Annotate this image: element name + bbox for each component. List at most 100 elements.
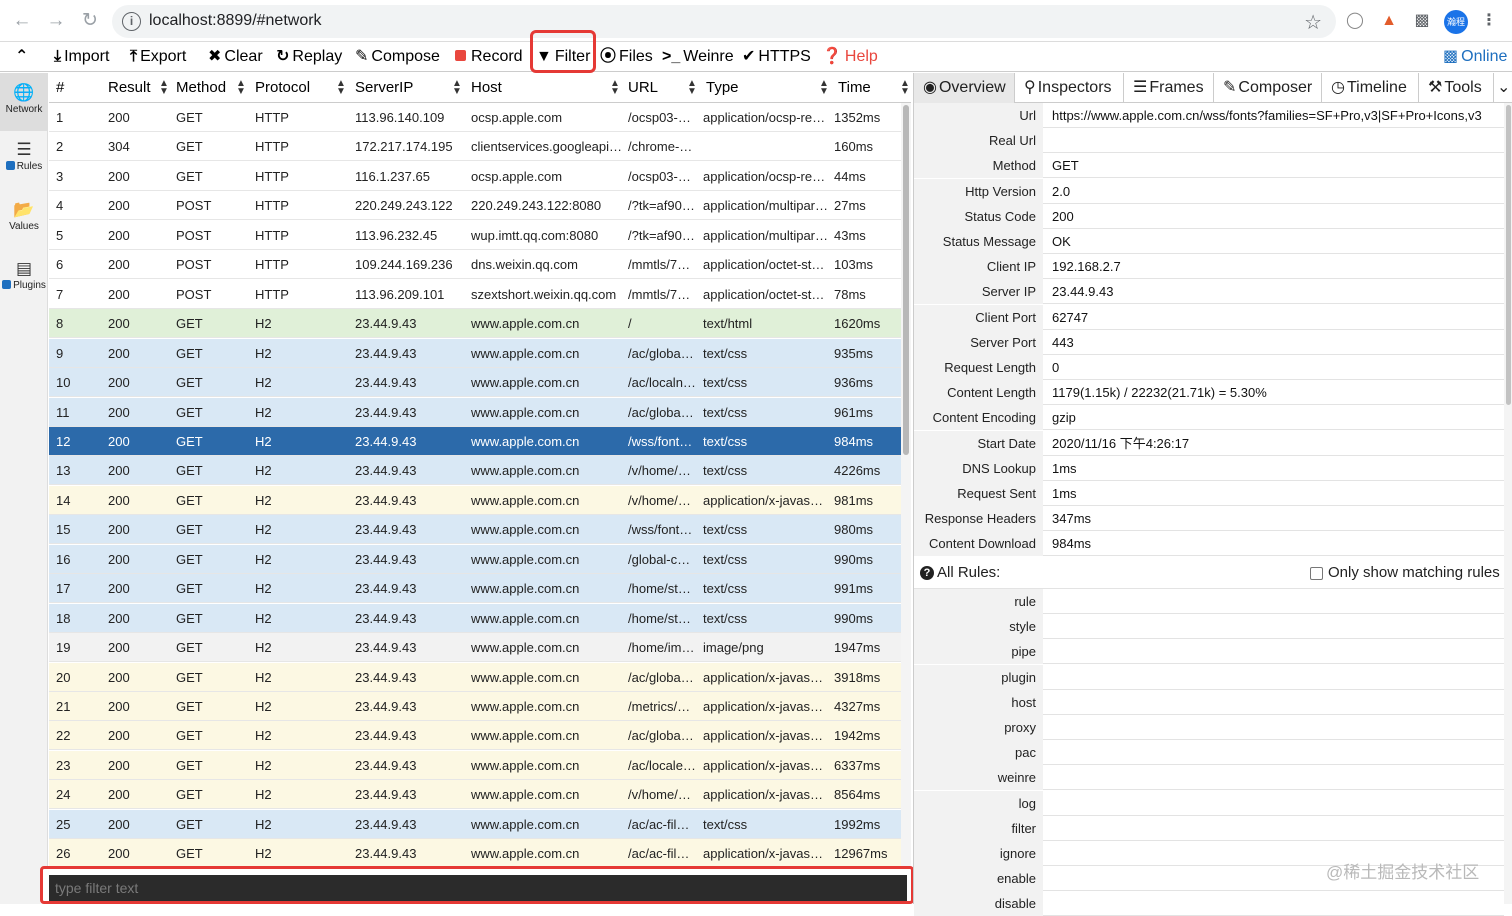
weinre-button[interactable]: >_ Weinre bbox=[662, 46, 734, 68]
table-row[interactable]: 24 200 GET H2 23.44.9.43 www.apple.com.cn/v/h… bbox=[49, 780, 901, 810]
cell-url: /v/home/… bbox=[628, 463, 691, 479]
scrollbar-thumb[interactable] bbox=[903, 105, 909, 455]
table-row[interactable]: 9 200 GET H2 23.44.9.43 www.apple.com.cn/ac/g… bbox=[49, 338, 901, 368]
col-header-index[interactable]: # bbox=[56, 79, 64, 96]
sort-icon[interactable]: ▲ ▼ bbox=[900, 79, 910, 97]
sort-icon[interactable]: ▲ ▼ bbox=[819, 79, 829, 97]
sidebar-item-values[interactable]: 📂 Values bbox=[0, 199, 48, 249]
property-value: 347ms bbox=[1052, 511, 1092, 527]
browser-menu-icon[interactable]: ⋮ bbox=[1478, 10, 1500, 32]
only-matching-checkbox[interactable] bbox=[1310, 567, 1323, 580]
table-row[interactable]: 13 200 GET H2 23.44.9.43 www.apple.com.cn/v/h… bbox=[49, 456, 901, 486]
table-row[interactable]: 26 200 GET H2 23.44.9.43 www.apple.com.cn/ac/… bbox=[49, 839, 901, 869]
extension-circle-icon[interactable]: ◯ bbox=[1344, 10, 1366, 32]
cell-id: 24 bbox=[56, 787, 71, 803]
table-row[interactable]: 6 200 POST HTTP 109.244.169.236 dns.weixin.qq… bbox=[49, 250, 901, 280]
sort-icon[interactable]: ▲ ▼ bbox=[610, 79, 620, 97]
property-row: Url https://www.apple.com.cn/wss/fonts?fa… bbox=[914, 103, 1504, 128]
profile-avatar[interactable]: 瀚程 bbox=[1444, 10, 1468, 34]
table-row[interactable]: 8 200 GET H2 23.44.9.43 www.apple.com.cn / text… bbox=[49, 309, 901, 339]
cell-url: /global-c… bbox=[628, 551, 691, 567]
sidebar-item-rules[interactable]: ☰ Rules bbox=[0, 139, 48, 189]
table-row[interactable]: 3 200 GET HTTP 116.1.237.65 ocsp.apple.com/oc… bbox=[49, 161, 901, 191]
table-row[interactable]: 21 200 GET H2 23.44.9.43 www.apple.com.cn/met… bbox=[49, 692, 901, 721]
site-info-icon[interactable]: i bbox=[122, 12, 141, 31]
https-button[interactable]: ✔ HTTPS bbox=[742, 46, 811, 68]
rule-key: log bbox=[914, 790, 1043, 816]
tab-timeline[interactable]: ◷ Timeline bbox=[1322, 73, 1419, 103]
table-row[interactable]: 10 200 GET H2 23.44.9.43 www.apple.com.cn/ac/… bbox=[49, 368, 901, 398]
record-button[interactable]: Record bbox=[455, 46, 523, 68]
only-matching-label[interactable]: Only show matching rules bbox=[1328, 557, 1500, 589]
address-bar[interactable]: i localhost:8899/#network ☆ bbox=[112, 5, 1336, 38]
filter-text-input[interactable] bbox=[49, 875, 907, 901]
table-row[interactable]: 23 200 GET H2 23.44.9.43 www.apple.com.cn/ac/… bbox=[49, 750, 901, 780]
help-icon[interactable]: ? bbox=[920, 566, 934, 580]
cell-protocol: HTTP bbox=[255, 139, 289, 155]
rule-row: rule bbox=[914, 589, 1504, 614]
sort-icon[interactable]: ▲ ▼ bbox=[159, 79, 169, 97]
table-row[interactable]: 11 200 GET H2 23.44.9.43 www.apple.com.cn/ac/… bbox=[49, 397, 901, 427]
sidebar-item-plugins[interactable]: ▤ Plugins bbox=[0, 258, 48, 308]
online-button[interactable]: ▩ Online bbox=[1443, 46, 1507, 68]
table-row[interactable]: 22 200 GET H2 23.44.9.43 www.apple.com.cn/ac/… bbox=[49, 721, 901, 751]
files-button[interactable]: ⦿ Files bbox=[600, 46, 653, 68]
clear-button[interactable]: ✖ Clear bbox=[208, 46, 263, 68]
sort-icon[interactable]: ▲ ▼ bbox=[236, 79, 246, 97]
help-button[interactable]: ❓ Help bbox=[822, 46, 878, 68]
plugins-checkbox[interactable] bbox=[2, 280, 12, 289]
tab-overview[interactable]: ◉ Overview bbox=[914, 73, 1015, 103]
table-row[interactable]: 17 200 GET H2 23.44.9.43 www.apple.com.cn/hom… bbox=[49, 574, 901, 604]
col-header-method[interactable]: Method bbox=[176, 79, 226, 96]
tab-frames[interactable]: ☰ Frames bbox=[1124, 73, 1214, 103]
table-row[interactable]: 7 200 POST HTTP 113.96.209.101 szextshort.wei… bbox=[49, 279, 901, 309]
col-header-type[interactable]: Type bbox=[706, 79, 739, 96]
import-button[interactable]: ⤓ Import bbox=[54, 46, 109, 68]
tab-tools[interactable]: ⚒ Tools bbox=[1419, 73, 1494, 103]
col-header-host[interactable]: Host bbox=[471, 79, 502, 96]
col-header-time[interactable]: Time bbox=[838, 79, 871, 96]
table-row[interactable]: 2 304 GET HTTP 172.217.174.195 clientservices… bbox=[49, 132, 901, 162]
export-label: Export bbox=[140, 48, 187, 65]
table-row[interactable]: 12 200 GET H2 23.44.9.43 www.apple.com.cn/wss… bbox=[49, 426, 901, 456]
table-row[interactable]: 1 200 GET HTTP 113.96.140.109 ocsp.apple.com /… bbox=[49, 103, 901, 132]
col-header-serverip[interactable]: ServerIP bbox=[355, 79, 413, 96]
cell-id: 25 bbox=[56, 816, 71, 832]
replay-button[interactable]: ↻ Replay bbox=[276, 46, 342, 68]
cell-ip: 116.1.237.65 bbox=[355, 168, 430, 184]
forward-icon[interactable]: → bbox=[44, 9, 68, 33]
cell-ip: 23.44.9.43 bbox=[355, 345, 417, 361]
compose-button[interactable]: ✎ Compose bbox=[355, 46, 440, 68]
col-header-protocol[interactable]: Protocol bbox=[255, 79, 310, 96]
detail-scrollbar[interactable] bbox=[1504, 103, 1512, 904]
table-row[interactable]: 16 200 GET H2 23.44.9.43 www.apple.com.cn/glo… bbox=[49, 544, 901, 574]
table-row[interactable]: 18 200 GET H2 23.44.9.43 www.apple.com.cn/hom… bbox=[49, 603, 901, 633]
table-scrollbar[interactable] bbox=[901, 103, 911, 903]
property-row: Server Port 443 bbox=[914, 329, 1504, 355]
extensions-puzzle-icon[interactable]: ▩ bbox=[1411, 10, 1433, 32]
table-row[interactable]: 19 200 GET H2 23.44.9.43 www.apple.com.cn/hom… bbox=[49, 633, 901, 663]
table-row[interactable]: 15 200 GET H2 23.44.9.43 www.apple.com.cn/wss… bbox=[49, 515, 901, 545]
whistle-extension-icon[interactable]: ▲ bbox=[1378, 10, 1400, 32]
table-row[interactable]: 5 200 POST HTTP 113.96.232.45 wup.imtt.qq.com… bbox=[49, 220, 901, 250]
reload-icon[interactable]: ↻ bbox=[78, 9, 102, 33]
sort-icon[interactable]: ▲ ▼ bbox=[336, 79, 346, 97]
sort-icon[interactable]: ▲ ▼ bbox=[687, 79, 697, 97]
table-row[interactable]: 25 200 GET H2 23.44.9.43 www.apple.com.cn/ac/… bbox=[49, 809, 901, 839]
sort-icon[interactable]: ▲ ▼ bbox=[452, 79, 462, 97]
collapse-toolbar-button[interactable]: ⌃ bbox=[15, 46, 31, 68]
tabs-more-button[interactable]: ⌄ bbox=[1494, 73, 1512, 103]
back-icon[interactable]: ← bbox=[10, 9, 34, 33]
table-row[interactable]: 20 200 GET H2 23.44.9.43 www.apple.com.cn/ac/… bbox=[49, 662, 901, 692]
rules-checkbox[interactable] bbox=[5, 161, 15, 170]
table-row[interactable]: 4 200 POST HTTP 220.249.243.122 220.249.243.1… bbox=[49, 191, 901, 221]
tab-inspectors[interactable]: ⚲ Inspectors bbox=[1015, 73, 1124, 103]
col-header-result[interactable]: Result bbox=[108, 79, 151, 96]
col-header-url[interactable]: URL bbox=[628, 79, 658, 96]
sidebar-item-network[interactable]: 🌐 Network bbox=[0, 73, 48, 131]
scrollbar-thumb[interactable] bbox=[1506, 105, 1511, 405]
tab-composer[interactable]: ✎ Composer bbox=[1214, 73, 1322, 103]
export-button[interactable]: ⤒ Export bbox=[130, 46, 186, 68]
table-row[interactable]: 14 200 GET H2 23.44.9.43 www.apple.com.cn/v/h… bbox=[49, 485, 901, 515]
bookmark-star-icon[interactable]: ☆ bbox=[1304, 10, 1322, 35]
